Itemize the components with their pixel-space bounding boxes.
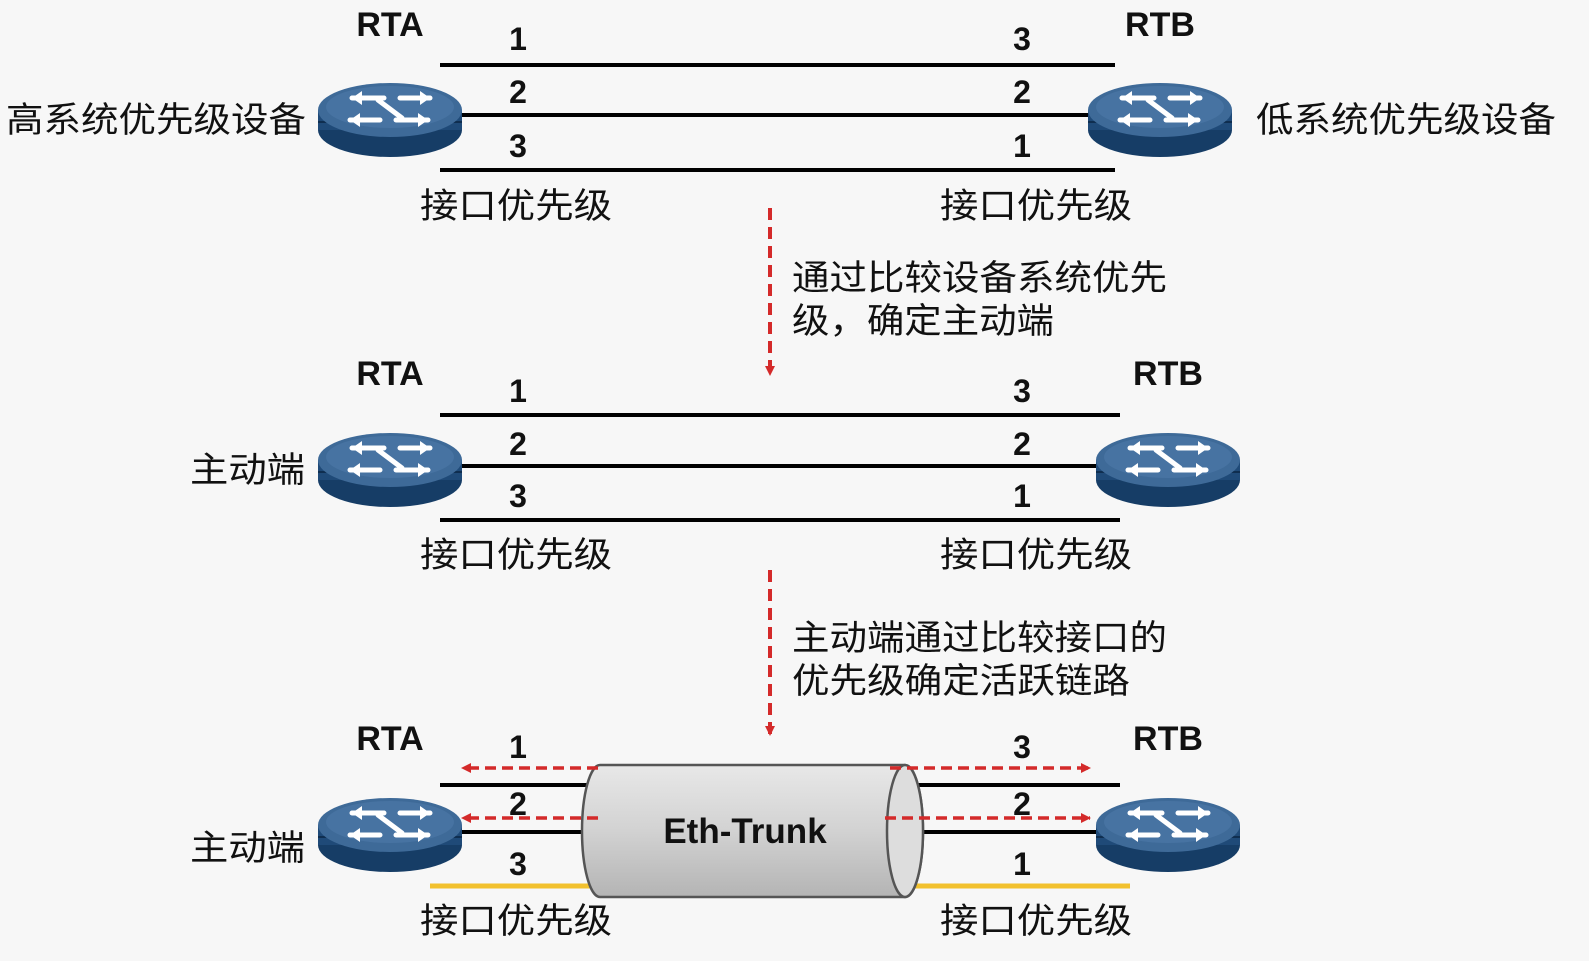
left-port-number: 3	[509, 846, 527, 882]
router-name-rta: RTA	[356, 6, 423, 44]
router-name-rta: RTA	[356, 720, 423, 758]
right-port-number: 1	[1013, 846, 1031, 882]
router-name-rtb: RTB	[1133, 355, 1203, 393]
left-port-number: 2	[509, 786, 527, 822]
left-port-number: 1	[509, 21, 527, 57]
router-name-rta: RTA	[356, 355, 423, 393]
eth-trunk-label: Eth-Trunk	[663, 812, 827, 851]
router-icon-rta	[318, 83, 462, 157]
left-port-number: 2	[509, 74, 527, 110]
left-port-number: 1	[509, 729, 527, 765]
right-port-number: 1	[1013, 478, 1031, 514]
stage3: Eth-Trunk RTA RTB 1 2 3 3 2 1 主动端 接口优先级 …	[190, 720, 1240, 942]
right-port-number: 3	[1013, 373, 1031, 409]
left-port-number: 3	[509, 128, 527, 164]
left-port-number: 2	[509, 426, 527, 462]
flow-arrow-2: 主动端通过比较接口的 优先级确定活跃链路	[765, 570, 1167, 736]
right-port-number: 3	[1013, 729, 1031, 765]
right-port-number: 1	[1013, 128, 1031, 164]
right-port-number: 2	[1013, 74, 1031, 110]
left-caption: 接口优先级	[420, 902, 612, 942]
right-caption: 接口优先级	[940, 902, 1132, 942]
left-caption: 接口优先级	[420, 536, 612, 576]
router-name-rtb: RTB	[1125, 6, 1195, 44]
right-caption: 接口优先级	[940, 187, 1132, 227]
active-end-label: 主动端	[190, 829, 305, 869]
router-icon-rta	[318, 433, 462, 507]
stage1: RTA RTB 1 2 3 3 2 1 高系统优先级设备 低系统优先级设备 接口…	[6, 6, 1556, 227]
lacp-diagram: RTA RTB 1 2 3 3 2 1 高系统优先级设备 低系统优先级设备 接口…	[6, 6, 1556, 942]
arrow-text-line2: 优先级确定活跃链路	[792, 662, 1130, 702]
arrow-text-line2: 级，确定主动端	[792, 302, 1054, 342]
active-end-label: 主动端	[190, 451, 305, 491]
router-icon-rtb	[1096, 433, 1240, 507]
flow-arrow-1: 通过比较设备系统优先 级，确定主动端	[765, 208, 1167, 376]
left-caption: 接口优先级	[420, 187, 612, 227]
right-side-label: 低系统优先级设备	[1256, 101, 1556, 141]
right-port-number: 3	[1013, 21, 1031, 57]
right-caption: 接口优先级	[940, 536, 1132, 576]
router-icon-rtb	[1088, 83, 1232, 157]
stage2: RTA RTB 1 2 3 3 2 1 主动端 接口优先级 接口优先级	[190, 355, 1240, 576]
arrow-text-line1: 主动端通过比较接口的	[792, 619, 1167, 659]
right-port-number: 2	[1013, 426, 1031, 462]
router-icon-rtb	[1096, 798, 1240, 872]
left-side-label: 高系统优先级设备	[6, 101, 306, 141]
left-port-number: 3	[509, 478, 527, 514]
router-name-rtb: RTB	[1133, 720, 1203, 758]
right-port-number: 2	[1013, 786, 1031, 822]
arrow-text-line1: 通过比较设备系统优先	[792, 259, 1167, 299]
router-icon-rta	[318, 798, 462, 872]
left-port-number: 1	[509, 373, 527, 409]
